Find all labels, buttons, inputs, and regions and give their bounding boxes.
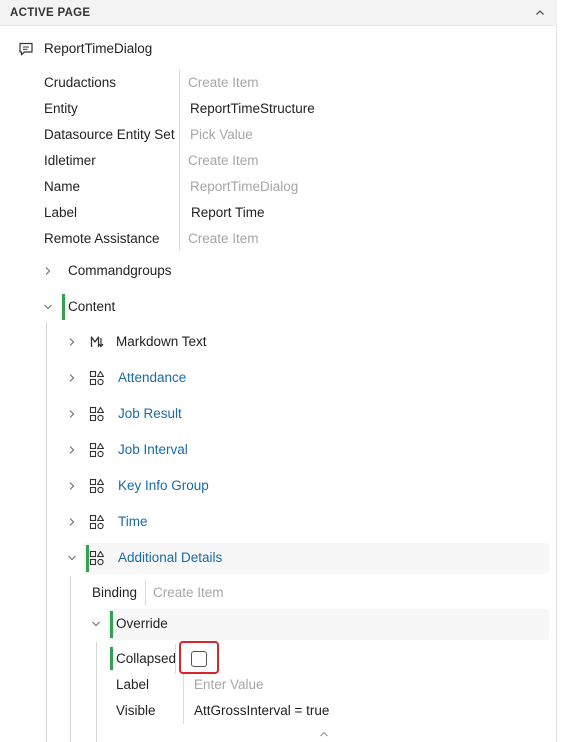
property-value[interactable]: Enter Value <box>194 677 264 692</box>
property-divider <box>175 644 176 674</box>
property-label: Visible <box>116 703 156 718</box>
tree-item-label[interactable]: Job Interval <box>118 442 188 457</box>
root-item[interactable]: ReportTimeDialog <box>16 38 316 60</box>
tree-item-attendance[interactable]: Attendance <box>64 367 364 389</box>
tree-item-commandgroups[interactable]: Commandgroups <box>40 260 240 282</box>
property-label: Binding <box>92 585 138 600</box>
tree-item-job-interval[interactable]: Job Interval <box>64 439 364 461</box>
tree-item-label: Markdown Text <box>116 334 207 349</box>
active-page-panel: ACTIVE PAGE ReportTimeDialog Crudactions… <box>0 0 557 742</box>
chevron-down-icon[interactable] <box>42 301 54 313</box>
highlight-box <box>179 641 219 674</box>
property-label: Label <box>44 205 78 220</box>
tree-item-override[interactable]: Override <box>88 609 549 640</box>
property-label: Name <box>44 179 81 194</box>
group-shapes-icon <box>89 550 105 566</box>
property-label: Remote Assistance <box>44 231 160 246</box>
property-label: Label <box>116 677 150 692</box>
comment-icon <box>19 42 33 56</box>
property-label: Entity <box>44 101 78 116</box>
tree-item-markdown-text[interactable]: Markdown Text <box>64 331 364 353</box>
group-shapes-icon <box>89 442 105 458</box>
tree-item-label[interactable]: Attendance <box>118 370 186 385</box>
group-shapes-icon <box>89 478 105 494</box>
active-indicator <box>110 647 113 670</box>
property-label: Idletimer <box>44 153 96 168</box>
active-indicator <box>62 294 65 320</box>
group-shapes-icon <box>89 514 105 530</box>
property-value[interactable]: Create Item <box>188 153 259 168</box>
tree-item-key-info-group[interactable]: Key Info Group <box>64 475 364 497</box>
chevron-up-icon[interactable] <box>533 6 547 20</box>
tree-item-job-result[interactable]: Job Result <box>64 403 364 425</box>
tree-item-label: Content <box>68 299 116 314</box>
property-value[interactable]: Create Item <box>153 585 224 600</box>
tree-item-content[interactable]: Content <box>40 294 240 320</box>
chevron-right-icon[interactable] <box>66 336 78 348</box>
tree-guide-line <box>70 576 71 742</box>
property-divider <box>183 674 184 724</box>
property-divider <box>179 70 180 250</box>
property-value[interactable]: AttGrossInterval = true <box>194 703 329 718</box>
panel-header-title: ACTIVE PAGE <box>10 7 91 19</box>
chevron-down-icon[interactable] <box>90 618 102 630</box>
tree-guide-line <box>96 642 97 742</box>
property-value[interactable]: Create Item <box>188 75 259 90</box>
chevron-right-icon[interactable] <box>66 408 78 420</box>
chevron-right-icon[interactable] <box>42 265 54 277</box>
property-value[interactable]: Report Time <box>191 205 265 220</box>
tree-item-label: Commandgroups <box>68 263 172 278</box>
property-value[interactable]: ReportTimeDialog <box>190 179 298 194</box>
scrollbar-track[interactable] <box>557 0 577 742</box>
tree-item-additional-details[interactable]: Additional Details <box>64 543 549 574</box>
active-indicator <box>110 611 113 638</box>
property-value[interactable]: Create Item <box>188 231 259 246</box>
tree-item-label[interactable]: Job Result <box>118 406 182 421</box>
markdown-icon <box>90 336 104 348</box>
property-value[interactable]: Pick Value <box>190 127 253 142</box>
tree-item-label: Override <box>116 616 168 631</box>
property-value[interactable]: ReportTimeStructure <box>190 101 315 116</box>
collapsed-checkbox[interactable] <box>191 651 207 667</box>
group-shapes-icon <box>89 370 105 386</box>
chevron-right-icon[interactable] <box>66 516 78 528</box>
tree-item-label[interactable]: Time <box>118 514 148 529</box>
property-label: Crudactions <box>44 75 117 90</box>
tree-item-label[interactable]: Key Info Group <box>118 478 209 493</box>
property-label: Datasource Entity Set <box>44 127 175 142</box>
tree-guide-line <box>46 322 47 742</box>
root-item-label: ReportTimeDialog <box>44 41 153 56</box>
chevron-right-icon[interactable] <box>66 480 78 492</box>
panel-header[interactable]: ACTIVE PAGE <box>0 0 557 26</box>
chevron-right-icon[interactable] <box>66 372 78 384</box>
property-label: Collapsed <box>116 651 177 666</box>
chevron-right-icon[interactable] <box>66 444 78 456</box>
group-shapes-icon <box>89 406 105 422</box>
chevron-down-icon[interactable] <box>66 552 78 564</box>
property-divider <box>145 580 146 606</box>
tree-item-label[interactable]: Additional Details <box>118 550 222 565</box>
chevron-up-icon[interactable] <box>318 729 330 739</box>
tree-item-time[interactable]: Time <box>64 511 364 533</box>
